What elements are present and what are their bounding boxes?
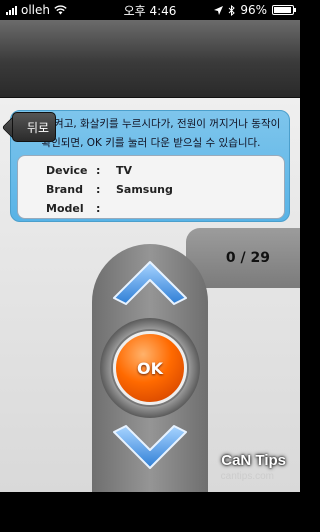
bluetooth-icon — [228, 4, 236, 16]
model-row: Model : — [46, 202, 116, 215]
battery-icon — [272, 5, 296, 15]
separator: : — [96, 183, 101, 196]
wifi-icon — [54, 5, 67, 15]
remote-pad: OK — [92, 244, 208, 492]
brand-label: Brand — [46, 183, 83, 196]
device-row: Device : TV — [46, 164, 132, 177]
brand-row: Brand : Samsung — [46, 183, 173, 196]
chevron-down-icon — [113, 425, 187, 469]
battery-percent: 96% — [240, 3, 267, 17]
back-button[interactable]: 뒤로 — [12, 112, 56, 142]
chevron-up-icon — [113, 261, 187, 305]
carrier-label: olleh — [21, 3, 50, 17]
bottom-bar — [0, 492, 300, 532]
content-area: 장치를 켜고, 화살키를 누르시다가, 전원이 꺼지거나 동작이 확인되면, O… — [0, 98, 300, 492]
model-label: Model — [46, 202, 84, 215]
watermark-title: CaN Tips — [221, 452, 286, 469]
up-arrow-button[interactable] — [96, 252, 204, 310]
down-arrow-button[interactable] — [96, 420, 204, 478]
watermark-subtitle: cantips.com — [220, 471, 274, 482]
status-bar: olleh 오후 4:46 96% — [0, 0, 300, 20]
separator: : — [96, 202, 101, 215]
brand-value: Samsung — [116, 183, 173, 196]
ok-button[interactable]: OK — [113, 331, 187, 405]
instruction-text: 장치를 켜고, 화살키를 누르시다가, 전원이 꺼지거나 동작이 확인되면, O… — [21, 118, 281, 149]
navigation-bar: 뒤로 — [0, 20, 300, 142]
device-label: Device — [46, 164, 88, 177]
location-arrow-icon — [214, 5, 224, 15]
device-value: TV — [116, 164, 133, 177]
separator: : — [96, 164, 101, 177]
ok-ring: OK — [100, 318, 200, 418]
signal-icon — [6, 5, 17, 15]
device-info-box: Device : TV Brand : Samsung Model : — [17, 155, 285, 219]
